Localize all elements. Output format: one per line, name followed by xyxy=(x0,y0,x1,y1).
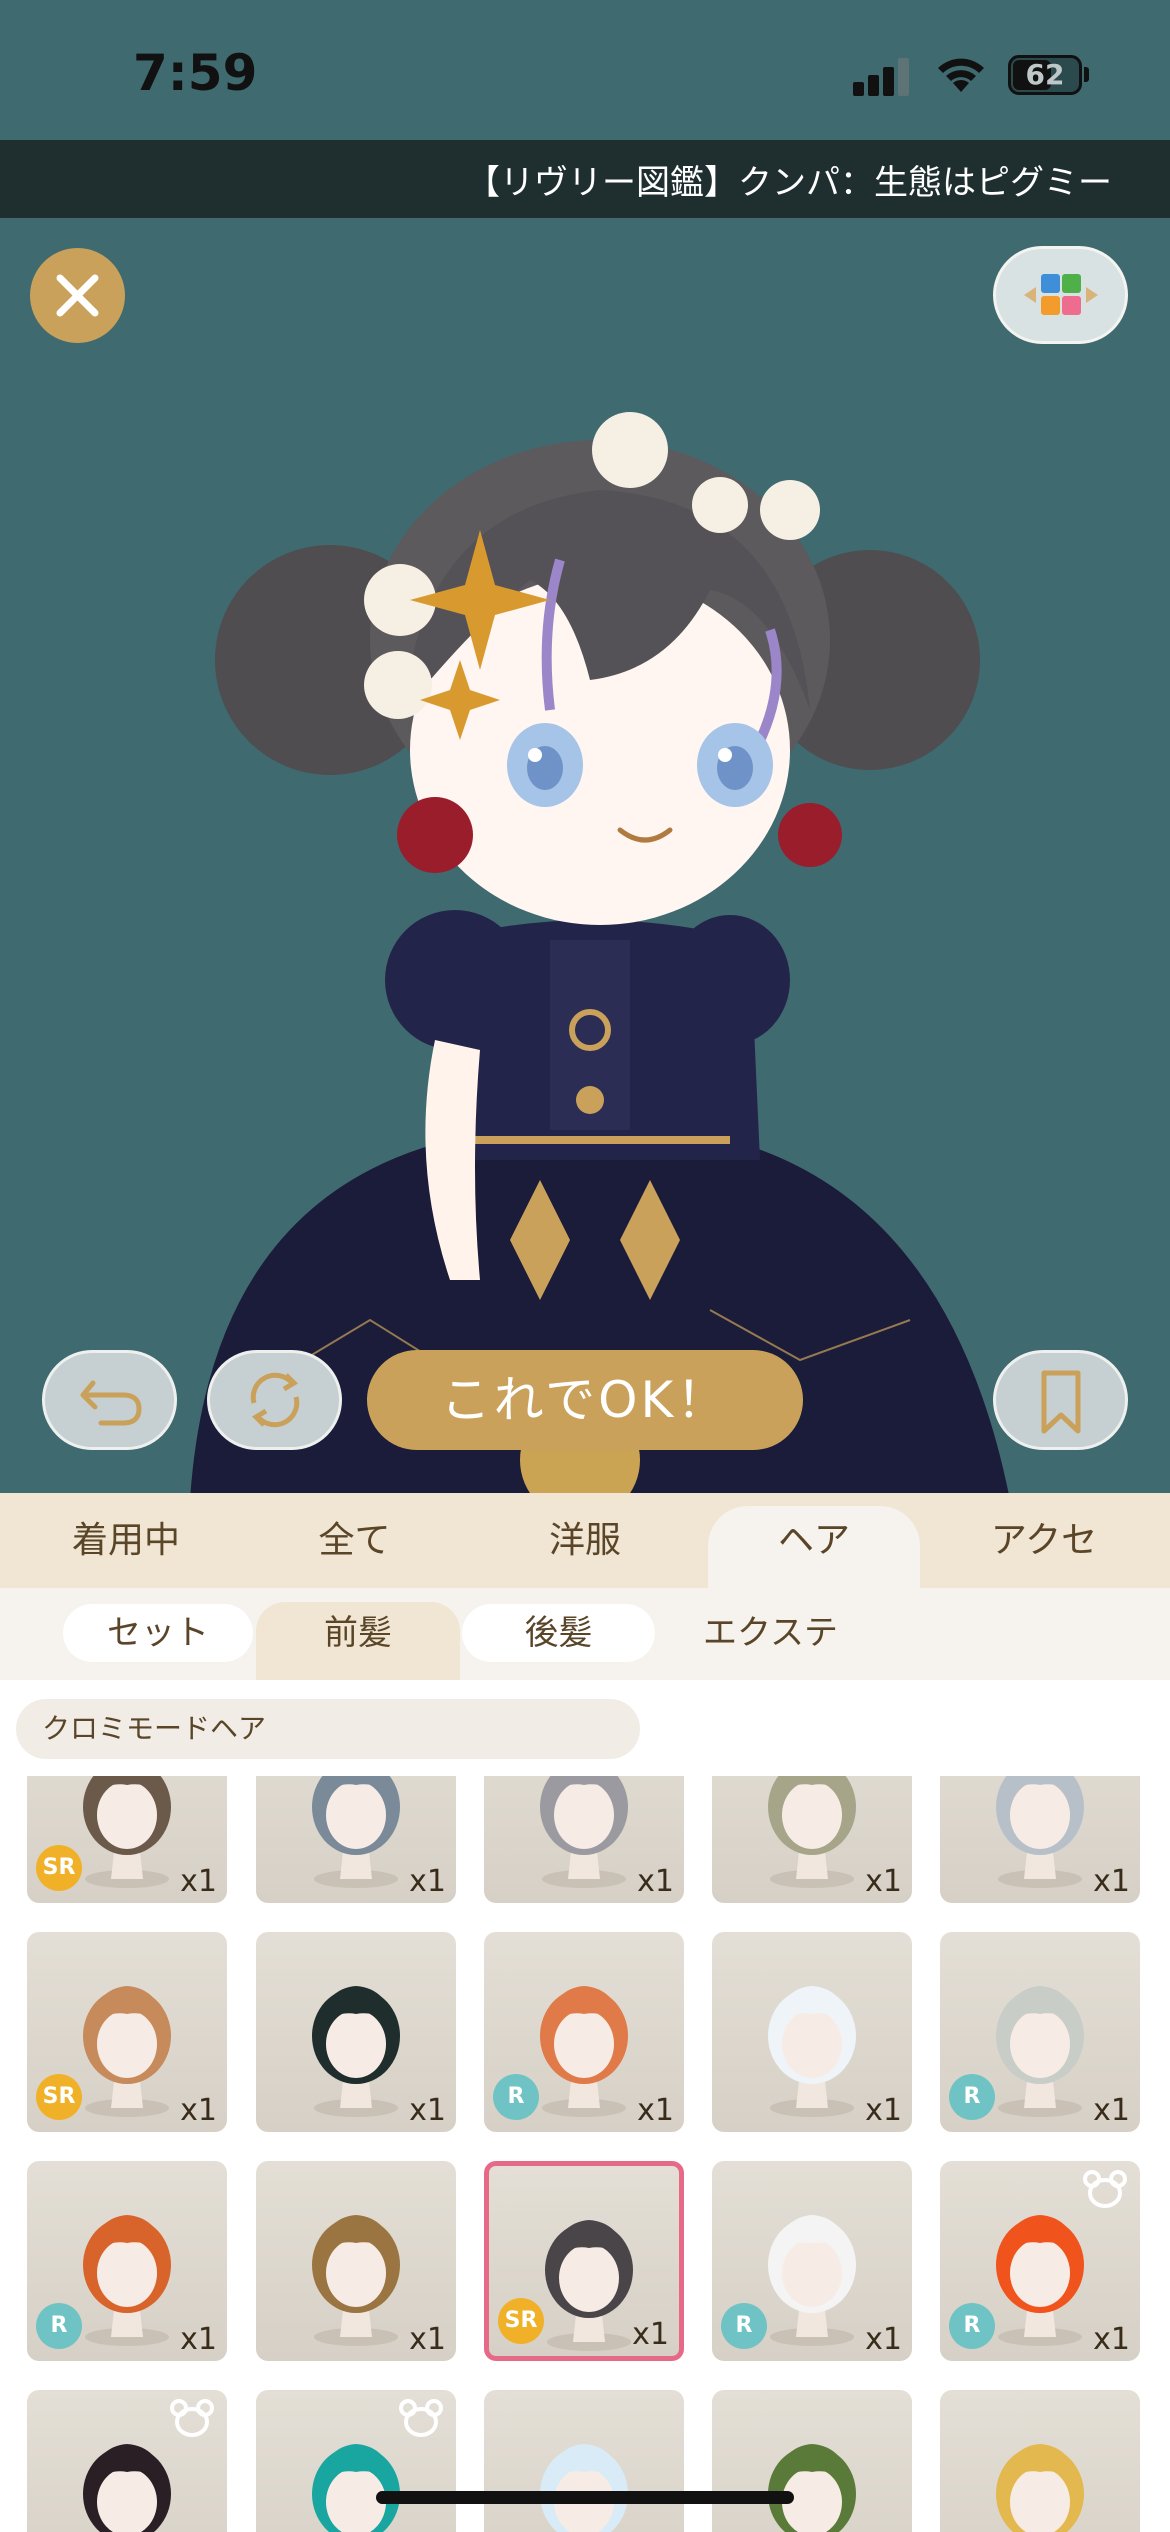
rarity-badge: R xyxy=(36,2303,82,2349)
item-grid: SR x1 x1 x1 x1 x1 SR x1 x1 Rx1 x1 Rx1 Rx1 x1 SR x1 Rx1 Rx… xyxy=(0,1776,1170,2532)
confirm-ok-button[interactable]: これでOK！ xyxy=(367,1350,803,1450)
cellular-signal-icon xyxy=(853,56,913,96)
rarity-badge: R xyxy=(721,2303,767,2349)
battery-tip xyxy=(1084,67,1089,82)
status-time: 7:59 xyxy=(133,44,258,102)
hair-item[interactable]: x1 xyxy=(484,1776,684,1903)
hair-item[interactable]: x1 xyxy=(256,1776,456,1903)
subtab-back-hair[interactable]: 後髪 xyxy=(462,1604,655,1662)
hair-item[interactable]: x1 xyxy=(712,1932,912,2132)
ticker-text: 【リヴリー図鑑】クンパ：生態はピグミー xyxy=(466,163,1112,203)
rotate-button[interactable] xyxy=(207,1350,342,1450)
home-indicator[interactable] xyxy=(376,2491,794,2504)
hair-item[interactable]: Rx1 xyxy=(712,2161,912,2361)
undo-icon xyxy=(80,1380,142,1426)
battery-icon: 62 xyxy=(1008,55,1082,95)
hair-item[interactable]: SR x1 xyxy=(484,2161,684,2361)
subtab-front-hair[interactable]: 前髪 xyxy=(256,1602,460,1680)
hair-item[interactable]: Rx1 xyxy=(27,2390,227,2532)
tab-clothes[interactable]: 洋服 xyxy=(485,1493,685,1588)
hair-item[interactable]: Rx1 xyxy=(712,2390,912,2532)
hair-subtabs: セット 前髪 後髪 エクステ xyxy=(0,1588,1170,1680)
item-quantity: x1 xyxy=(409,1864,446,1899)
hair-item[interactable]: x1 xyxy=(940,2390,1140,2532)
series-filter[interactable]: クロミモードヘア xyxy=(16,1699,640,1759)
item-quantity: x1 xyxy=(637,1864,674,1899)
item-quantity: x1 xyxy=(1093,2322,1130,2357)
rarity-badge: R xyxy=(949,2303,995,2349)
subtab-extension[interactable]: エクステ xyxy=(668,1604,873,1662)
wifi-icon xyxy=(938,58,984,92)
tab-hair[interactable]: ヘア xyxy=(708,1506,920,1588)
tab-all[interactable]: 全て xyxy=(252,1493,457,1588)
rarity-badge: SR xyxy=(498,2298,544,2344)
hair-item[interactable]: SR x1 xyxy=(27,1776,227,1903)
hair-item[interactable]: x1 xyxy=(256,1932,456,2132)
avatar-stage: 7:59 62 【リヴリー図鑑】クンパ：生態はピグミー これでOK！ xyxy=(0,0,1170,1495)
hair-item[interactable]: Rx1 xyxy=(940,1932,1140,2132)
item-quantity: x1 xyxy=(632,2317,669,2352)
close-icon xyxy=(56,274,99,317)
rotate-icon xyxy=(250,1372,300,1428)
status-bar: 7:59 62 xyxy=(0,0,1170,140)
hair-thumbnail xyxy=(768,2444,856,2532)
avatar-character xyxy=(190,412,1009,1495)
rarity-badge: SR xyxy=(36,1845,82,1891)
rarity-badge: R xyxy=(949,2074,995,2120)
rarity-badge: R xyxy=(493,2074,539,2120)
hair-item[interactable]: Rx1 xyxy=(940,2161,1140,2361)
hair-item[interactable]: x1 xyxy=(940,1776,1140,1903)
tab-wearing[interactable]: 着用中 xyxy=(0,1493,252,1588)
subtab-set[interactable]: セット xyxy=(63,1604,253,1662)
item-quantity: x1 xyxy=(409,2093,446,2128)
bookmark-icon xyxy=(1041,1370,1081,1434)
item-quantity: x1 xyxy=(865,1864,902,1899)
item-quantity: x1 xyxy=(865,2093,902,2128)
item-quantity: x1 xyxy=(409,2322,446,2357)
layout-switch-button[interactable] xyxy=(993,246,1128,344)
hair-item[interactable]: Rx1 xyxy=(484,1932,684,2132)
hair-item[interactable]: SR x1 xyxy=(27,1932,227,2132)
close-button[interactable] xyxy=(30,248,125,343)
news-ticker[interactable]: 【リヴリー図鑑】クンパ：生態はピグミー xyxy=(0,140,1170,218)
item-quantity: x1 xyxy=(1093,2093,1130,2128)
rarity-badge: SR xyxy=(36,2074,82,2120)
tab-accessory[interactable]: アクセ xyxy=(938,1493,1150,1588)
hair-thumbnail xyxy=(540,2444,628,2532)
bear-badge-icon xyxy=(399,2399,443,2437)
item-quantity: x1 xyxy=(865,2322,902,2357)
hair-item[interactable]: x1 xyxy=(712,1776,912,1903)
item-quantity: x1 xyxy=(180,2322,217,2357)
hair-thumbnail xyxy=(996,2444,1084,2532)
hair-item[interactable]: Rx1 xyxy=(27,2161,227,2361)
hair-item[interactable]: x1 xyxy=(256,2161,456,2361)
item-quantity: x1 xyxy=(1093,1864,1130,1899)
battery-level: 62 xyxy=(1025,58,1065,91)
bookmark-button[interactable] xyxy=(993,1350,1128,1450)
undo-button[interactable] xyxy=(42,1350,177,1450)
category-tabs: 着用中 全て 洋服 ヘア アクセ xyxy=(0,1493,1170,1588)
item-quantity: x1 xyxy=(180,1864,217,1899)
hair-item[interactable]: Rx1 xyxy=(256,2390,456,2532)
grid-switch-icon xyxy=(1024,274,1098,315)
item-quantity: x1 xyxy=(637,2093,674,2128)
item-list[interactable]: クロミモードヘア SR x1 x1 x1 x1 x1 SR x1 x1 Rx1 x1 Rx1 Rx1 x1… xyxy=(0,1680,1170,2532)
item-quantity: x1 xyxy=(180,2093,217,2128)
hair-item[interactable]: x1 xyxy=(484,2390,684,2532)
bear-badge-icon xyxy=(170,2399,214,2437)
bear-badge-icon xyxy=(1083,2170,1127,2208)
